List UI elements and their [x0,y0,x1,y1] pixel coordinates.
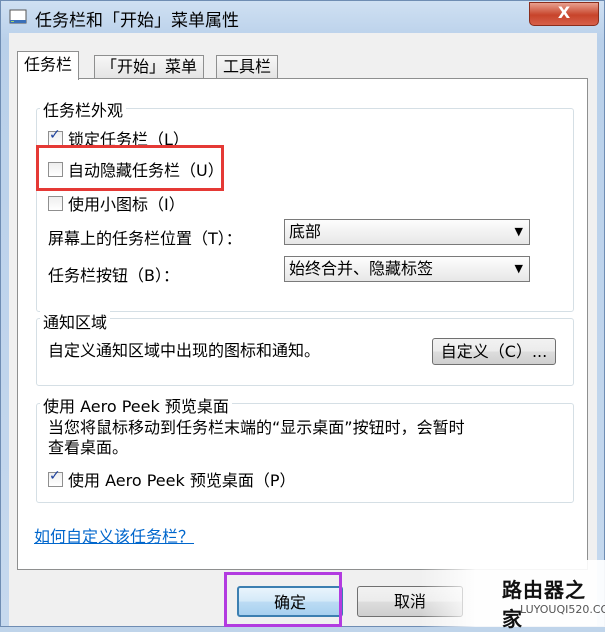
autohide-row[interactable]: 自动隐藏任务栏（U） [48,157,224,181]
watermark: 路由器之家 LUYOUQI520.COM [420,560,605,631]
notification-group-title: 通知区域 [40,309,111,333]
close-icon: X [557,3,571,22]
aero-peek-row[interactable]: 使用 Aero Peek 预览桌面（P） [48,467,295,491]
customize-button[interactable]: 自定义（C）... [432,338,556,365]
autohide-label: 自动隐藏任务栏（U） [68,161,224,180]
small-icons-label: 使用小图标（I） [68,195,185,214]
properties-window: 任务栏和「开始」菜单属性 X 任务栏 「开始」菜单 工具栏 任务栏外观 锁定任务… [0,0,605,627]
appearance-group-title: 任务栏外观 [40,97,127,121]
lock-taskbar-checkbox[interactable] [48,127,63,146]
buttons-label: 任务栏按钮（B）： [48,266,179,285]
dialog-client-area: 任务栏 「开始」菜单 工具栏 任务栏外观 锁定任务栏（L） 自动隐藏任务栏（U）… [9,33,597,626]
close-button[interactable]: X [529,2,599,26]
ok-button[interactable]: 确定 [237,586,343,617]
taskbar-properties-icon [9,9,27,24]
tab-taskbar[interactable]: 任务栏 [17,51,80,80]
help-link[interactable]: 如何自定义该任务栏？ [34,523,194,547]
position-select-value: 底部 [289,222,322,241]
title-bar[interactable]: 任务栏和「开始」菜单属性 X [1,1,604,33]
aero-peek-label: 使用 Aero Peek 预览桌面（P） [68,471,296,490]
small-icons-checkbox[interactable] [48,196,63,211]
aero-peek-checkbox[interactable] [48,468,63,487]
lock-taskbar-row[interactable]: 锁定任务栏（L） [48,126,189,150]
taskbar-buttons-select-value: 始终合并、隐藏标签 [289,259,434,278]
position-select[interactable]: 底部 ▼ [284,219,530,245]
chevron-down-icon: ▼ [514,225,523,238]
position-label: 屏幕上的任务栏位置（T）： [48,229,242,248]
watermark-url: LUYOUQI520.COM [520,603,605,616]
aero-peek-description-2: 查看桌面。 [48,438,129,457]
tab-toolbars[interactable]: 工具栏 [216,55,279,79]
chevron-down-icon: ▼ [514,262,523,275]
autohide-checkbox[interactable] [48,162,63,177]
notification-text: 自定义通知区域中出现的图标和通知。 [48,341,321,360]
taskbar-tab-panel: 任务栏外观 锁定任务栏（L） 自动隐藏任务栏（U） 使用小图标（I） 屏幕上的任… [17,78,588,570]
lock-taskbar-label: 锁定任务栏（L） [68,130,189,149]
window-title: 任务栏和「开始」菜单属性 [35,11,239,31]
small-icons-row[interactable]: 使用小图标（I） [48,191,185,215]
tab-start-menu[interactable]: 「开始」菜单 [94,55,205,79]
taskbar-buttons-select[interactable]: 始终合并、隐藏标签 ▼ [284,256,530,282]
tab-strip: 任务栏 「开始」菜单 工具栏 [17,51,589,80]
